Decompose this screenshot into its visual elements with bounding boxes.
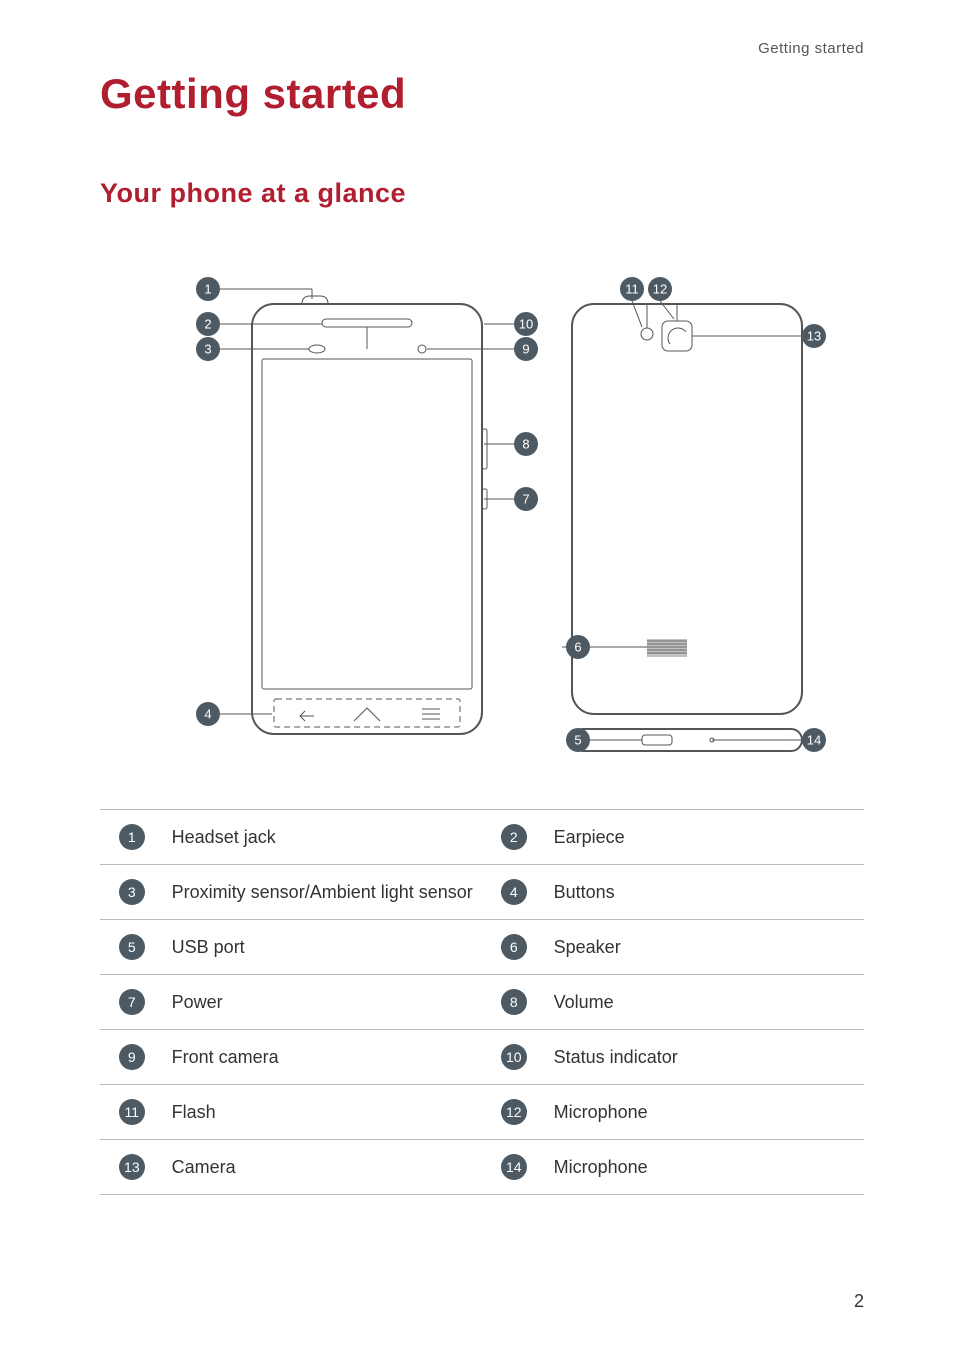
- svg-text:4: 4: [204, 707, 211, 722]
- part-badge: 3: [119, 879, 145, 905]
- part-badge: 4: [501, 879, 527, 905]
- svg-text:14: 14: [807, 733, 821, 748]
- part-label: Status indicator: [546, 1030, 864, 1085]
- part-badge: 5: [119, 934, 145, 960]
- svg-text:9: 9: [522, 342, 529, 357]
- part-label: Microphone: [546, 1085, 864, 1140]
- part-badge: 2: [501, 824, 527, 850]
- part-label: Camera: [164, 1140, 482, 1195]
- svg-text:13: 13: [807, 329, 821, 344]
- svg-text:6: 6: [574, 640, 581, 655]
- part-label: USB port: [164, 920, 482, 975]
- part-badge: 1: [119, 824, 145, 850]
- phone-diagram: .outline{fill:none;stroke:#555;stroke-wi…: [100, 249, 864, 769]
- svg-text:3: 3: [204, 342, 211, 357]
- part-label: Volume: [546, 975, 864, 1030]
- svg-text:11: 11: [625, 282, 639, 297]
- svg-text:8: 8: [522, 437, 529, 452]
- svg-text:1: 1: [204, 282, 211, 297]
- table-row: 13 Camera 14 Microphone: [100, 1140, 864, 1195]
- svg-text:7: 7: [522, 492, 529, 507]
- svg-text:5: 5: [574, 733, 581, 748]
- parts-legend-table: 1 Headset jack 2 Earpiece 3 Proximity sensor/…: [100, 809, 864, 1195]
- part-label: Speaker: [546, 920, 864, 975]
- table-row: 5 USB port 6 Speaker: [100, 920, 864, 975]
- part-label: Power: [164, 975, 482, 1030]
- table-row: 7 Power 8 Volume: [100, 975, 864, 1030]
- section-title: Your phone at a glance: [100, 178, 864, 209]
- part-badge: 11: [119, 1099, 145, 1125]
- part-badge: 10: [501, 1044, 527, 1070]
- svg-text:2: 2: [204, 317, 211, 332]
- part-badge: 8: [501, 989, 527, 1015]
- part-badge: 6: [501, 934, 527, 960]
- part-label: Flash: [164, 1085, 482, 1140]
- part-badge: 14: [501, 1154, 527, 1180]
- part-label: Headset jack: [164, 810, 482, 865]
- table-row: 3 Proximity sensor/Ambient light sensor 4B…: [100, 865, 864, 920]
- part-badge: 13: [119, 1154, 145, 1180]
- part-label: Buttons: [546, 865, 864, 920]
- table-row: 11 Flash 12 Microphone: [100, 1085, 864, 1140]
- svg-text:10: 10: [519, 317, 533, 332]
- part-label: Front camera: [164, 1030, 482, 1085]
- part-badge: 12: [501, 1099, 527, 1125]
- table-row: 1 Headset jack 2 Earpiece: [100, 810, 864, 865]
- part-badge: 9: [119, 1044, 145, 1070]
- page-title: Getting started: [100, 70, 864, 118]
- part-label: Earpiece: [546, 810, 864, 865]
- header-section: Getting started: [758, 40, 864, 57]
- part-label: Proximity sensor/Ambient light sensor: [164, 865, 482, 920]
- part-label: Microphone: [546, 1140, 864, 1195]
- table-row: 9 Front camera 10 Status indicator: [100, 1030, 864, 1085]
- page-number: 2: [854, 1291, 864, 1312]
- part-badge: 7: [119, 989, 145, 1015]
- svg-text:12: 12: [653, 282, 667, 297]
